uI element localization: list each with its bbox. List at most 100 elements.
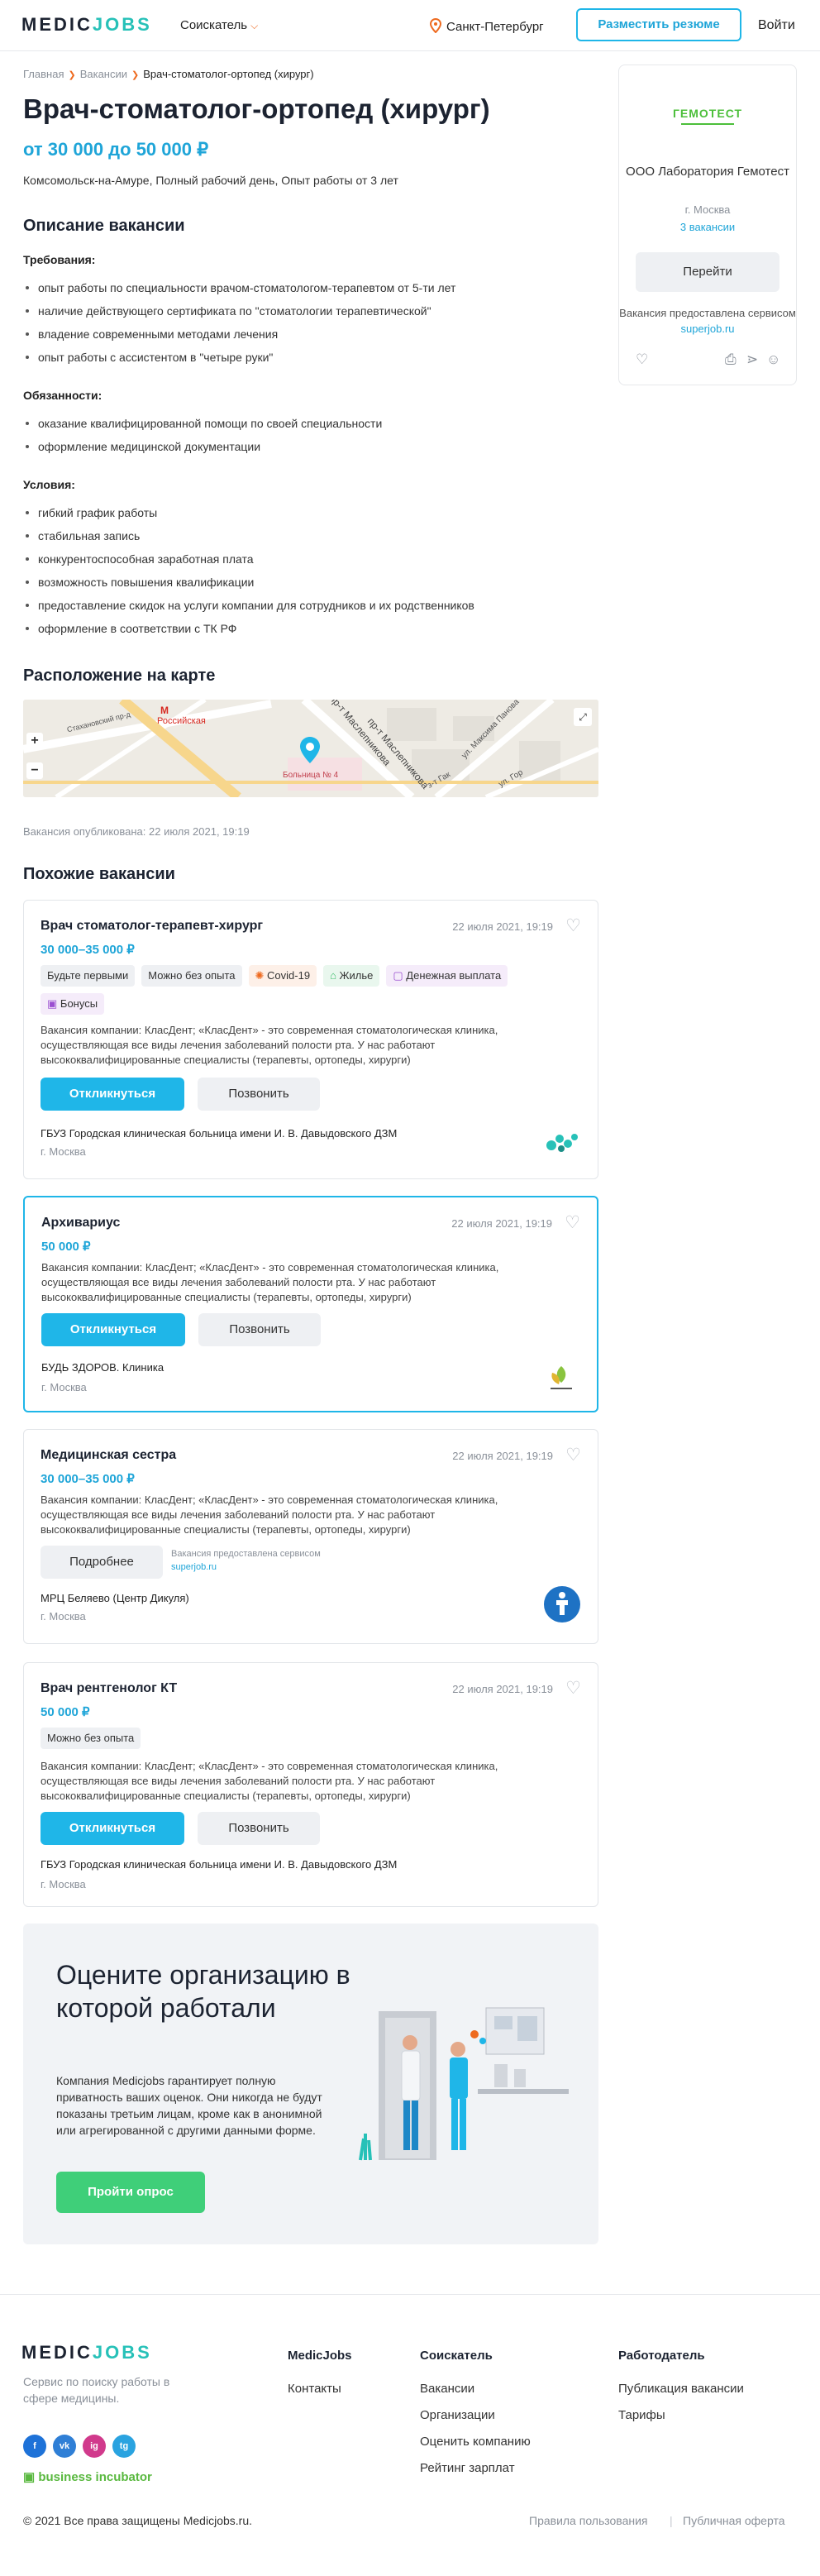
house-icon: ⌂ — [330, 969, 340, 982]
card-title[interactable]: Архивариус — [41, 1216, 120, 1231]
list-item: владение современными методами лечения — [23, 323, 455, 346]
list-item: предоставление скидок на услуги компании… — [23, 594, 474, 617]
vacancy-salary: от 30 000 до 50 000 ₽ — [23, 139, 209, 160]
tag: Можно без опыта — [141, 965, 242, 987]
employer-card: ГЕМОТЕСТ ООО Лаборатория Гемотест г. Мос… — [618, 65, 797, 385]
footer-col-heading: Работодатель — [618, 2349, 705, 2363]
print-icon[interactable]: ⎙ — [725, 351, 737, 368]
offer-link[interactable]: Публичная оферта — [683, 2514, 785, 2527]
chevron-right-icon: ❯ — [131, 70, 140, 80]
logo-right: JOBS — [92, 14, 152, 35]
footer-link[interactable]: Оценить компанию — [420, 2435, 531, 2449]
provider-link[interactable]: superjob.ru — [171, 1560, 321, 1574]
map-heading: Расположение на карте — [23, 667, 216, 685]
footer-link[interactable]: Организации — [420, 2408, 495, 2422]
card-city: г. Москва — [41, 1610, 86, 1623]
employer-logo[interactable]: ГЕМОТЕСТ — [619, 107, 796, 120]
card-title[interactable]: Медицинская сестра — [41, 1448, 176, 1463]
heart-icon[interactable]: ♡ — [565, 915, 581, 936]
employer-vacancy-count[interactable]: 3 вакансии — [619, 221, 796, 233]
company-logo — [546, 1134, 578, 1152]
vacancy-card[interactable]: Медицинская сестра 22 июля 2021, 19:19 ♡… — [23, 1429, 598, 1644]
facebook-icon[interactable]: f — [23, 2435, 46, 2458]
list-item: оказание квалифицированной помощи по сво… — [23, 412, 382, 435]
share-icon[interactable]: ⋗ — [746, 351, 758, 368]
chevron-down-icon: ⌵ — [250, 20, 259, 31]
tag-label: Жилье — [339, 969, 374, 982]
more-button[interactable]: Подробнее — [41, 1546, 163, 1579]
logo-right: JOBS — [92, 2342, 152, 2363]
survey-button[interactable]: Пройти опрос — [56, 2172, 205, 2213]
seeker-menu-label: Соискатель — [180, 18, 248, 32]
footer-logo[interactable]: MEDICJOBS — [21, 2342, 152, 2363]
map-marker-icon[interactable] — [299, 736, 321, 764]
list-item: возможность повышения квалификации — [23, 571, 474, 594]
heart-icon[interactable]: ♡ — [565, 1445, 581, 1465]
card-salary: 50 000 ₽ — [41, 1705, 90, 1719]
breadcrumb-home[interactable]: Главная — [23, 68, 64, 80]
footer-col-heading: Соискатель — [420, 2349, 493, 2363]
site-logo[interactable]: MEDICJOBS — [21, 14, 152, 36]
respond-button[interactable]: Откликнуться — [41, 1313, 185, 1346]
footer-link-contacts[interactable]: Контакты — [288, 2382, 341, 2396]
heart-icon[interactable]: ♡ — [565, 1678, 581, 1699]
vacancy-card[interactable]: Архивариус 22 июля 2021, 19:19 ♡ 50 000 … — [23, 1196, 598, 1412]
call-button[interactable]: Позвонить — [198, 1812, 320, 1845]
map-zoom-out-button[interactable]: − — [26, 762, 43, 779]
card-date: 22 июля 2021, 19:19 — [451, 1217, 552, 1230]
post-resume-button[interactable]: Разместить резюме — [576, 8, 741, 41]
heart-icon[interactable]: ♡ — [636, 351, 648, 368]
map-zoom-controls: + − — [23, 700, 46, 797]
card-company[interactable]: ГБУЗ Городская клиническая больница имен… — [41, 1858, 397, 1871]
footer-link[interactable]: Публикация вакансии — [618, 2382, 744, 2396]
card-title[interactable]: Врач стоматолог-терапевт-хирург — [41, 919, 263, 934]
call-button[interactable]: Позвонить — [198, 1313, 321, 1346]
seeker-menu[interactable]: Соискатель ⌵ — [180, 18, 258, 32]
card-company[interactable]: ГБУЗ Городская клиническая больница имен… — [41, 1127, 397, 1140]
card-company[interactable]: БУДЬ ЗДОРОВ. Клиника — [41, 1361, 164, 1374]
card-description: Вакансия компании: КласДент; «КласДент» … — [41, 1024, 498, 1066]
instagram-icon[interactable]: ig — [83, 2435, 106, 2458]
metro-label: Российская — [157, 716, 206, 726]
provider-note: Вакансия предоставлена сервисом superjob.… — [619, 305, 796, 337]
footer-link[interactable]: Вакансии — [420, 2382, 474, 2396]
location-map[interactable]: + − M Российская Стахановский пр-д пр-т … — [23, 700, 598, 797]
card-salary: 30 000–35 000 ₽ — [41, 1472, 135, 1486]
virus-icon: ✺ — [255, 969, 268, 982]
vacancy-card[interactable]: Врач стоматолог-терапевт-хирург 22 июля … — [23, 900, 598, 1179]
city-selector[interactable]: Санкт-Петербург — [429, 17, 544, 34]
telegram-icon[interactable]: tg — [112, 2435, 136, 2458]
card-salary: 50 000 ₽ — [41, 1240, 91, 1254]
employer-name[interactable]: ООО Лаборатория Гемотест — [619, 163, 796, 181]
provider-link[interactable]: superjob.ru — [619, 321, 796, 337]
map-zoom-in-button[interactable]: + — [26, 733, 43, 749]
published-date: Вакансия опубликована: 22 июля 2021, 19:… — [23, 825, 250, 838]
incubator-badge[interactable]: ▣ business incubator — [23, 2469, 152, 2484]
heart-icon[interactable]: ♡ — [565, 1212, 580, 1233]
tag-label: Бонусы — [60, 997, 98, 1010]
go-button[interactable]: Перейти — [636, 252, 779, 292]
vk-icon[interactable]: vk — [53, 2435, 76, 2458]
respond-button[interactable]: Откликнуться — [41, 1812, 184, 1845]
card-title[interactable]: Врач рентгенолог КТ — [41, 1681, 177, 1696]
list-item: оформление в соответствии с ТК РФ — [23, 617, 474, 640]
breadcrumb-vacancies[interactable]: Вакансии — [80, 68, 127, 80]
card-company[interactable]: МРЦ Беляево (Центр Дикуля) — [41, 1592, 189, 1604]
footer-link[interactable]: Рейтинг зарплат — [420, 2461, 515, 2475]
provider-label: Вакансия предоставлена сервисом — [619, 307, 796, 319]
tag-label: Covid-19 — [267, 969, 311, 982]
vacancy-card[interactable]: Врач рентгенолог КТ 22 июля 2021, 19:19 … — [23, 1662, 598, 1907]
tag-list: Будьте первыми Можно без опыта ✺ Covid-1… — [41, 965, 553, 1015]
footer-divider: | — [670, 2514, 673, 2527]
terms-link[interactable]: Правила пользования — [529, 2514, 648, 2527]
call-button[interactable]: Позвонить — [198, 1078, 320, 1111]
footer-link[interactable]: Тарифы — [618, 2408, 665, 2422]
duties-heading: Обязанности: — [23, 389, 102, 402]
provider-label: Вакансия предоставлена сервисом — [171, 1549, 321, 1559]
card-salary: 30 000–35 000 ₽ — [41, 943, 135, 957]
smiley-icon[interactable]: ☺ — [766, 351, 780, 368]
login-link[interactable]: Войти — [758, 18, 795, 33]
map-fullscreen-icon[interactable]: ⤢ — [574, 708, 592, 726]
card-city: г. Москва — [41, 1145, 86, 1158]
respond-button[interactable]: Откликнуться — [41, 1078, 184, 1111]
